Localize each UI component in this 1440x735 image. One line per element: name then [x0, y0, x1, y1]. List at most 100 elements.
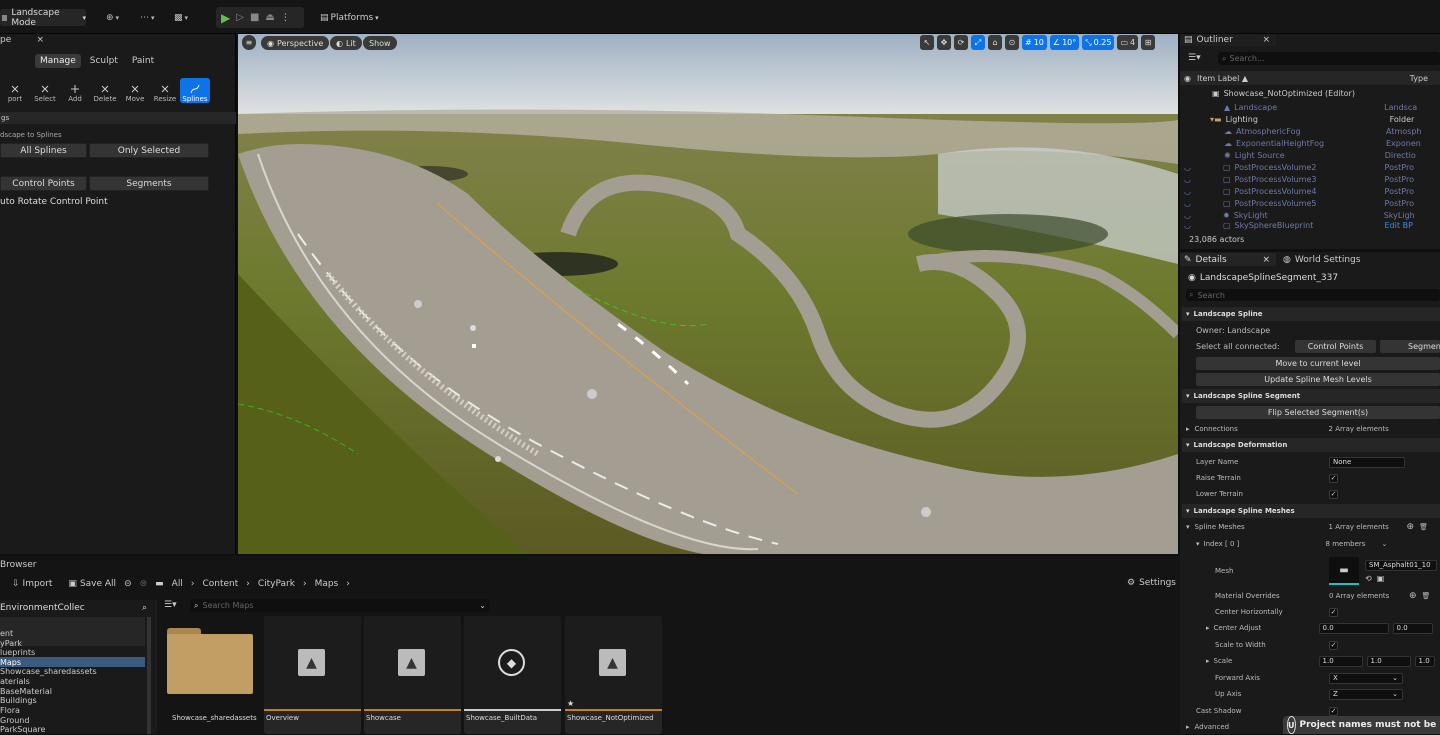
- outliner-tab[interactable]: ▤ Outliner ×: [1180, 34, 1276, 46]
- filter-icon[interactable]: ☰▾: [164, 600, 177, 610]
- scale-z[interactable]: 1.0: [1415, 656, 1435, 667]
- cinematics-button[interactable]: ▩▾: [174, 10, 188, 26]
- outliner-row[interactable]: ✺Light SourceDirectio: [1180, 149, 1440, 161]
- asset-map[interactable]: ▲★ Showcase_NotOptimized: [565, 616, 662, 734]
- row-type[interactable]: Edit BP: [1385, 221, 1413, 230]
- asset-map[interactable]: ▲ Overview: [264, 616, 361, 734]
- column-item-label[interactable]: Item Label ▲: [1197, 74, 1248, 83]
- scale-row[interactable]: ▸Scale1.01.01.0: [1182, 653, 1440, 669]
- viewport-menu-button[interactable]: ≡: [242, 35, 256, 50]
- rotate-icon[interactable]: ⟳: [954, 35, 968, 50]
- layout-icon[interactable]: ⊞: [1141, 35, 1155, 50]
- outliner-row[interactable]: ◡▢PostProcessVolume4PostPro: [1180, 185, 1440, 197]
- section-spline-meshes[interactable]: ▾Landscape Spline Meshes: [1182, 504, 1440, 518]
- center-adjust-x[interactable]: 0.0: [1319, 623, 1389, 634]
- outliner-search-input[interactable]: ⌕Search...: [1218, 52, 1440, 65]
- import-button[interactable]: ⇩Import: [12, 579, 52, 589]
- outliner-row[interactable]: ◡▢PostProcessVolume3PostPro: [1180, 173, 1440, 185]
- tool-import[interactable]: port: [0, 78, 30, 103]
- scale-icon[interactable]: ⤢: [971, 35, 985, 50]
- tool-select[interactable]: Select: [30, 78, 60, 103]
- tool-splines[interactable]: Splines: [180, 78, 210, 103]
- center-horizontally-checkbox[interactable]: ✓: [1329, 608, 1338, 617]
- settings-button[interactable]: ⚙Settings: [1127, 578, 1176, 588]
- add-element-icon[interactable]: ⊕: [1409, 591, 1417, 601]
- perspective-button[interactable]: ◉Perspective: [261, 36, 329, 50]
- flip-segment-button[interactable]: Flip Selected Segment(s): [1196, 406, 1440, 419]
- collection-header[interactable]: EnvironmentCollec⌕: [0, 601, 157, 614]
- tree-item[interactable]: Flora: [0, 705, 145, 715]
- scale-to-width-checkbox[interactable]: ✓: [1329, 641, 1338, 650]
- angle-snap-button[interactable]: ∠10°: [1050, 35, 1079, 50]
- breadcrumb-citypark[interactable]: CityPark: [258, 579, 295, 589]
- world-settings-tab[interactable]: ◍World Settings: [1283, 253, 1360, 266]
- breadcrumb-all[interactable]: All: [172, 579, 183, 589]
- update-spline-mesh-levels-button[interactable]: Update Spline Mesh Levels: [1196, 373, 1440, 386]
- outliner-row[interactable]: ▣Showcase_NotOptimized (Editor): [1180, 87, 1440, 99]
- step-icon[interactable]: ▷: [236, 12, 244, 23]
- outliner-row[interactable]: ☁ExponentialHeightFogExponen: [1180, 137, 1440, 149]
- tool-resize[interactable]: Resize: [150, 78, 180, 103]
- tree-item[interactable]: ParkSquare: [0, 724, 145, 734]
- tool-add[interactable]: Add: [60, 78, 90, 103]
- move-to-current-level-button[interactable]: Move to current level: [1196, 357, 1440, 370]
- forward-axis-select[interactable]: X⌄: [1329, 673, 1403, 684]
- trash-icon[interactable]: 🗑: [1422, 592, 1431, 600]
- play-icon[interactable]: ▶: [221, 11, 230, 25]
- asset-map[interactable]: ▲ Showcase: [364, 616, 461, 734]
- control-points-button[interactable]: Control Points: [0, 176, 87, 191]
- close-icon[interactable]: ×: [36, 35, 44, 45]
- asset-search-input[interactable]: ⌕Search Maps⌄: [190, 599, 490, 612]
- stop-icon[interactable]: ■: [250, 12, 259, 23]
- camera-speed-button[interactable]: ▭4: [1117, 35, 1138, 50]
- add-content-button[interactable]: ⊕▾: [106, 10, 119, 26]
- blueprint-button[interactable]: ⋯▾: [140, 10, 155, 26]
- show-button[interactable]: Show: [363, 36, 397, 50]
- save-all-button[interactable]: ▣Save All: [68, 579, 116, 589]
- outliner-row[interactable]: ◡▢SkySphereBlueprintEdit BP: [1180, 221, 1440, 230]
- tree-item[interactable]: aterials: [0, 676, 145, 686]
- lit-button[interactable]: ◐Lit: [330, 36, 362, 50]
- history-forward-icon[interactable]: ⊜: [140, 579, 148, 589]
- scale-x[interactable]: 1.0: [1319, 656, 1363, 667]
- filter-icon[interactable]: ☰▾: [1188, 53, 1201, 63]
- trash-icon[interactable]: 🗑: [1419, 523, 1428, 531]
- segments-button[interactable]: Segments: [89, 176, 209, 191]
- raise-terrain-checkbox[interactable]: ✓: [1329, 474, 1338, 483]
- segments-button[interactable]: Segmen: [1380, 340, 1440, 353]
- mesh-asset-select[interactable]: SM_Asphalt01_10: [1365, 560, 1437, 571]
- mesh-thumbnail[interactable]: ▬: [1329, 557, 1359, 585]
- tool-move[interactable]: Move: [120, 78, 150, 103]
- tree-item[interactable]: lueprints: [0, 647, 145, 657]
- asset-built-data[interactable]: ◆ Showcase_BuiltData: [464, 616, 561, 734]
- up-axis-select[interactable]: Z⌄: [1329, 689, 1403, 700]
- control-points-button[interactable]: Control Points: [1295, 340, 1376, 353]
- spline-meshes-row[interactable]: ▾Spline Meshes1 Array elements⊕🗑: [1182, 519, 1440, 535]
- landscape-tab[interactable]: pe ×: [0, 34, 50, 46]
- outliner-row[interactable]: ◡✹SkyLightSkyLigh: [1180, 209, 1440, 221]
- auto-rotate-button[interactable]: uto Rotate Control Point: [0, 197, 108, 207]
- history-back-icon[interactable]: ⊝: [124, 579, 132, 589]
- tool-delete[interactable]: Delete: [90, 78, 120, 103]
- center-adjust-row[interactable]: ▸Center Adjust0.00.0: [1182, 620, 1440, 636]
- tree-item[interactable]: Showcase_sharedassets: [0, 666, 145, 676]
- all-splines-button[interactable]: All Splines: [0, 143, 87, 158]
- section-spline-segment[interactable]: ▾Landscape Spline Segment: [1182, 389, 1440, 403]
- layer-name-input[interactable]: None: [1329, 457, 1405, 468]
- breadcrumb-maps[interactable]: Maps: [315, 579, 339, 589]
- lower-terrain-checkbox[interactable]: ✓: [1329, 490, 1338, 499]
- surface-snap-icon[interactable]: ⊙: [1005, 35, 1019, 50]
- content-browser-tab[interactable]: Browser: [0, 559, 40, 571]
- tab-sculpt[interactable]: Sculpt: [85, 54, 123, 68]
- connections-row[interactable]: ▸Connections2 Array elements: [1182, 421, 1440, 437]
- tab-manage[interactable]: Manage: [35, 54, 81, 68]
- asset-folder[interactable]: Showcase_sharedassets: [163, 616, 260, 734]
- eject-icon[interactable]: ⏏: [265, 12, 274, 23]
- section-landscape-spline[interactable]: ▾Landscape Spline: [1182, 307, 1440, 321]
- only-selected-button[interactable]: Only Selected: [89, 143, 209, 158]
- translate-icon[interactable]: ✥: [937, 35, 951, 50]
- level-viewport[interactable]: [238, 34, 1178, 554]
- outliner-row[interactable]: ☁AtmosphericFogAtmosph: [1180, 125, 1440, 137]
- breadcrumb-content[interactable]: Content: [202, 579, 238, 589]
- scale-y[interactable]: 1.0: [1367, 656, 1411, 667]
